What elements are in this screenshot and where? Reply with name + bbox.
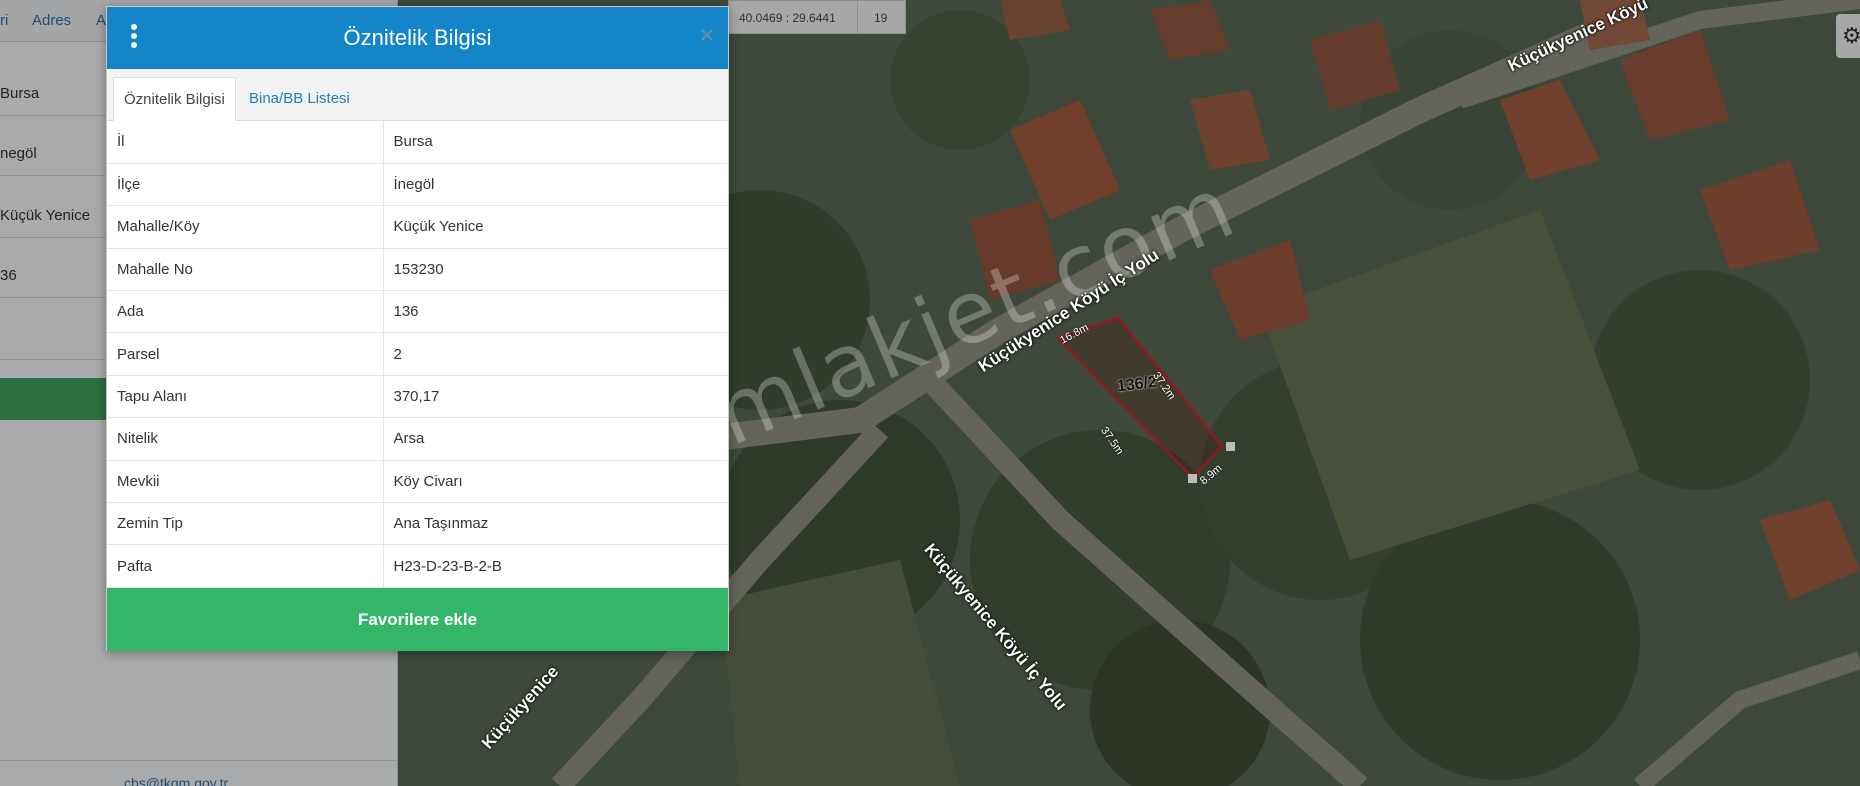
attribute-key: Mahalle No: [107, 248, 384, 292]
attribute-value: 153230: [383, 248, 728, 292]
attribute-key: Ada: [107, 290, 384, 334]
attribute-key: İlçe: [107, 163, 384, 207]
table-row: Mahalle/Köy Küçük Yenice: [107, 205, 728, 249]
sidebar-tab-adres[interactable]: Adres: [32, 12, 71, 29]
gear-icon: ⚙: [1842, 23, 1860, 48]
table-row: İlçe İnegöl: [107, 163, 728, 207]
tab-attribute-info[interactable]: Öznitelik Bilgisi: [113, 77, 236, 121]
attribute-key: Mahalle/Köy: [107, 205, 384, 249]
table-row: Parsel 2: [107, 332, 728, 376]
zoom-level: 19: [874, 11, 888, 25]
attribute-value: 370,17: [383, 375, 728, 419]
divider: [857, 1, 858, 33]
attribute-value: Bursa: [383, 121, 728, 164]
dialog-header: Öznitelik Bilgisi ×: [107, 7, 728, 69]
dialog-title: Öznitelik Bilgisi: [343, 25, 492, 50]
attribute-key: İl: [107, 121, 384, 164]
attribute-key: Tapu Alanı: [107, 375, 384, 419]
table-row: Mevkii Köy Civarı: [107, 460, 728, 504]
attribute-key: Mevkii: [107, 460, 384, 504]
settings-button[interactable]: ⚙: [1836, 14, 1860, 58]
sidebar-tab[interactable]: A: [96, 12, 106, 29]
attribute-value: Küçük Yenice: [383, 205, 728, 249]
table-row: Pafta H23-D-23-B-2-B: [107, 544, 728, 588]
attribute-table: İl Bursa İlçe İnegöl Mahalle/Köy Küçük Yeni…: [107, 121, 728, 588]
sidebar-tab[interactable]: ri: [0, 12, 8, 29]
attribute-value: H23-D-23-B-2-B: [383, 544, 728, 588]
attribute-value: Ana Taşınmaz: [383, 502, 728, 546]
table-row: Nitelik Arsa: [107, 417, 728, 461]
tab-building-list[interactable]: Bina/BB Listesi: [239, 77, 360, 121]
coordinate-bar: 40.0469 : 29.6441 19: [728, 0, 906, 34]
dialog-tabs: Öznitelik Bilgisi Bina/BB Listesi: [107, 69, 728, 121]
coordinate-readout: 40.0469 : 29.6441: [739, 11, 836, 25]
table-row: Ada 136: [107, 290, 728, 334]
table-row: Zemin Tip Ana Taşınmaz: [107, 502, 728, 546]
attribute-value: İnegöl: [383, 163, 728, 207]
table-row: İl Bursa: [107, 121, 728, 164]
attribute-key: Nitelik: [107, 417, 384, 461]
attribute-value: Arsa: [383, 417, 728, 461]
attribute-info-dialog: Öznitelik Bilgisi × Öznitelik Bilgisi Bi…: [106, 6, 729, 651]
attribute-key: Pafta: [107, 544, 384, 588]
attribute-key: Zemin Tip: [107, 502, 384, 546]
table-row: Tapu Alanı 370,17: [107, 375, 728, 419]
attribute-value: 2: [383, 332, 728, 376]
table-row: Mahalle No 153230: [107, 248, 728, 292]
attribute-value: 136: [383, 290, 728, 334]
add-to-favorites-button[interactable]: Favorilere ekle: [107, 588, 728, 651]
divider: [0, 760, 398, 761]
attribute-value: Köy Civarı: [383, 460, 728, 504]
close-icon[interactable]: ×: [700, 23, 714, 49]
email-link[interactable]: cbs@tkgm.gov.tr: [124, 775, 228, 786]
attribute-key: Parsel: [107, 332, 384, 376]
